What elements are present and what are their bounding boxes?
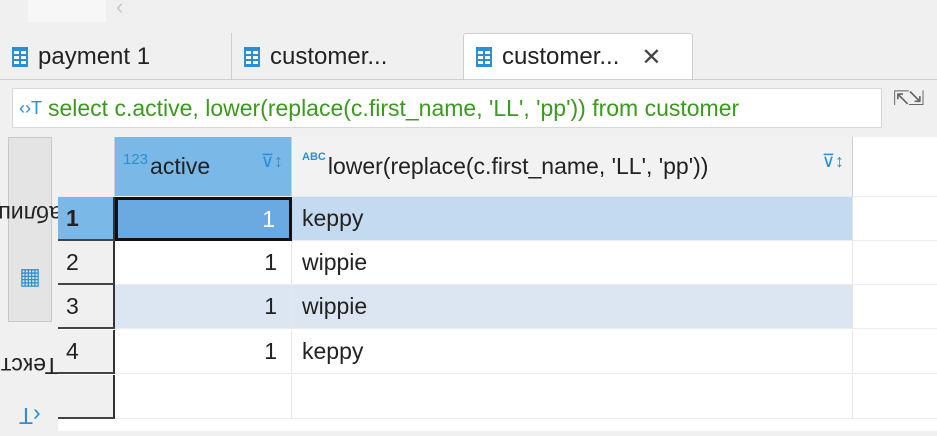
empty-cell (853, 285, 937, 329)
column-header-lower[interactable]: ABC lower(replace(c.first_name, 'LL', 'p… (292, 137, 853, 197)
side-tab-label: Текст (1, 352, 59, 379)
cell-active[interactable] (115, 375, 292, 419)
tab-label: customer... (270, 42, 388, 70)
divider (0, 79, 937, 80)
table-icon (244, 46, 260, 67)
query-field[interactable]: ‹›T select c.active, lower(replace(c.firs… (12, 88, 882, 128)
chevron-left-icon[interactable]: ‹ (116, 0, 123, 20)
cell-active[interactable]: 1 (115, 285, 292, 329)
tab-label: payment 1 (38, 42, 151, 70)
column-label: active (150, 153, 211, 179)
table-icon (476, 47, 492, 67)
empty-cell (853, 241, 937, 285)
cell-active[interactable]: 1 (115, 197, 292, 241)
side-tab-text[interactable]: ‹T Текст (1, 326, 59, 436)
number-type-icon: 123 (123, 151, 149, 168)
cell-lower[interactable]: keppy (292, 330, 853, 374)
column-label: lower(replace(c.first_name, 'LL', 'pp')) (327, 153, 709, 179)
text-icon: ‹T (19, 402, 41, 429)
toolbar-box (28, 0, 106, 22)
cell-active[interactable]: 1 (115, 241, 292, 285)
cell-lower[interactable]: wippie (292, 241, 853, 285)
cell-active[interactable]: 1 (115, 330, 292, 374)
string-type-icon: ABC (302, 151, 326, 163)
tab-label: customer... (502, 43, 620, 70)
filter-sort-icon[interactable]: ⊽↕ (822, 151, 844, 172)
empty-cell (853, 375, 937, 419)
column-header-active[interactable]: 123 active ⊽↕ (115, 137, 292, 197)
results-grid: 123 active ⊽↕ ABC lower(replace(c.first_… (58, 137, 937, 431)
cell-lower[interactable]: wippie (292, 285, 853, 329)
row-number[interactable]: 1 (58, 197, 115, 241)
close-icon[interactable]: ✕ (641, 43, 661, 72)
filter-sort-icon[interactable]: ⊽↕ (261, 151, 283, 172)
tab-customer-2[interactable]: customer... ✕ (463, 33, 693, 80)
side-tab-table[interactable]: ▦Таблица (0, 137, 75, 322)
empty-cell (853, 197, 937, 241)
table-icon (12, 46, 28, 67)
cell-lower[interactable]: keppy (292, 197, 853, 241)
tab-customer-1[interactable]: customer... (232, 33, 462, 80)
corner-cell (58, 137, 115, 197)
row-number[interactable]: 2 (58, 241, 115, 285)
sql-text-icon: ‹›T (19, 97, 42, 118)
empty-header (853, 137, 937, 197)
row-number[interactable] (58, 375, 115, 419)
grid-icon: ▦ (19, 267, 41, 294)
cell-lower[interactable] (292, 375, 853, 419)
row-number[interactable]: 4 (58, 330, 115, 374)
row-number[interactable]: 3 (58, 285, 115, 329)
tab-payment[interactable]: payment 1 (0, 33, 230, 80)
query-text: select c.active, lower(replace(c.first_n… (47, 94, 740, 121)
empty-cell (853, 330, 937, 374)
expand-icon[interactable]: ⇱⇲ (893, 89, 925, 109)
